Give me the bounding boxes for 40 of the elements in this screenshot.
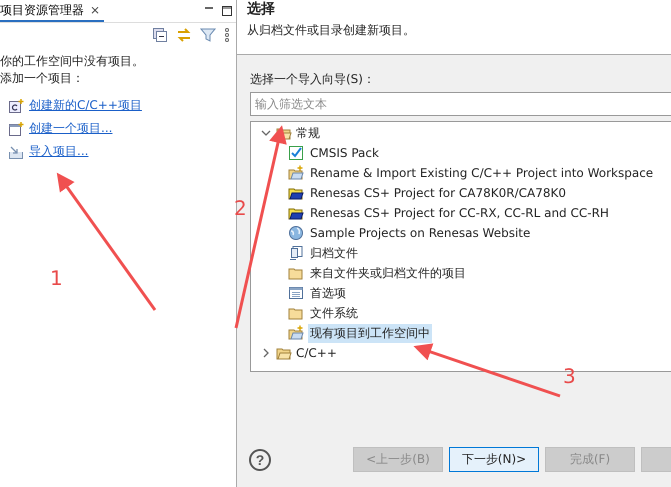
collapse-all-icon[interactable] — [152, 27, 168, 43]
import-icon — [8, 144, 24, 160]
tree-category[interactable]: C/C++ — [296, 346, 337, 360]
wizard-item[interactable]: Sample Projects on Renesas Website — [308, 225, 532, 241]
annotation-number: 3 — [563, 364, 576, 388]
globe-icon — [288, 225, 304, 241]
wizard-item[interactable]: Rename & Import Existing C/C++ Project into Workspace — [308, 165, 656, 181]
dialog-description: 从归档文件或目录创建新项目。 — [247, 22, 416, 39]
wizard-item[interactable]: Renesas CS+ Project for CA78K0R/CA78K0 — [308, 185, 568, 201]
project-link[interactable]: 导入项目... — [29, 143, 88, 160]
project-link[interactable]: 创建新的C/C++项目 — [29, 97, 142, 114]
wizard-item[interactable]: 归档文件 — [308, 244, 360, 262]
wizard-label: 选择一个导入向导(S)： — [250, 71, 376, 88]
folder-star-icon — [288, 325, 304, 341]
filter-field[interactable]: 输入筛选文本 — [250, 92, 671, 116]
explorer-message: 添加一个项目： — [0, 70, 85, 87]
maximize-icon[interactable] — [222, 6, 232, 16]
project-link[interactable]: 创建一个项目... — [29, 120, 112, 137]
help-icon[interactable]: ? — [249, 448, 271, 470]
wizard-item[interactable]: Renesas CS+ Project for CC-RX, CC-RL and CC-RH — [308, 205, 611, 221]
next-button[interactable]: 下一步(N)> — [449, 447, 539, 472]
preferences-icon — [288, 285, 304, 301]
explorer-message: 你的工作空间中没有项目。 — [0, 53, 145, 70]
wizard-item[interactable]: 现有项目到工作空间中 — [308, 324, 432, 342]
c-project-icon — [8, 98, 24, 114]
explorer-tab[interactable]: 项目资源管理器 × — [0, 0, 104, 22]
dialog-title: 选择 — [247, 0, 276, 18]
filter-icon[interactable] — [200, 27, 216, 43]
tree-category[interactable]: 常规 — [296, 124, 320, 142]
checkbox-icon — [288, 145, 304, 161]
folder-star-icon — [288, 165, 304, 181]
annotation-number: 2 — [234, 196, 247, 220]
archive-icon — [288, 245, 304, 261]
wizard-item[interactable]: 来自文件夹或归档文件的项目 — [308, 264, 468, 282]
wizard-item[interactable]: 首选项 — [308, 284, 348, 302]
annotation-number: 1 — [50, 266, 63, 290]
more-icon[interactable] — [224, 27, 230, 43]
wizard-item[interactable]: 文件系统 — [308, 304, 360, 322]
wizard-item[interactable]: CMSIS Pack — [308, 145, 381, 161]
new-project-icon — [8, 120, 24, 136]
